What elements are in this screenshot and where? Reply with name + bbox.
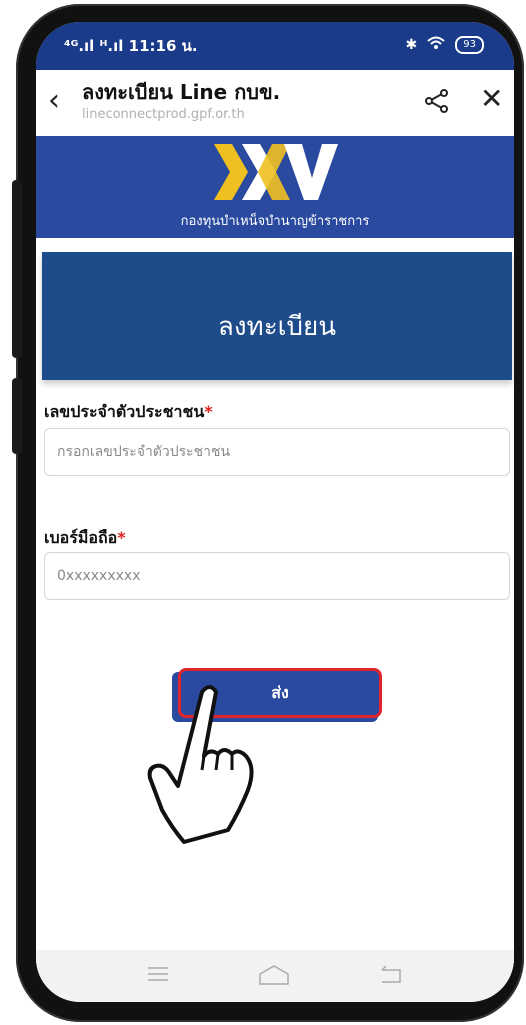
back-icon[interactable]: ‹	[48, 86, 60, 116]
phone-volume-button	[12, 180, 22, 358]
org-name: กองทุนบำเหน็จบำนาญข้าราชการ	[180, 214, 370, 229]
form-heading: ลงทะเบียน	[217, 312, 337, 342]
id-label-row: เลขประจำตัวประชาชน*	[44, 400, 213, 425]
gpf-banner: กองทุนบำเหน็จบำนาญข้าราชการ	[36, 136, 514, 238]
system-nav-bar	[36, 950, 514, 1002]
id-number-field[interactable]	[44, 428, 510, 476]
status-bar: ⁴ᴳ.ıl ᴴ.ıl 11:16 น. ✱ 93	[36, 22, 514, 70]
phone-label-row: เบอร์มือถือ*	[44, 526, 126, 551]
phone-power-button	[12, 378, 22, 454]
home-icon[interactable]	[258, 962, 290, 988]
menu-icon[interactable]	[146, 962, 170, 986]
page-url: lineconnectprod.gpf.or.th	[82, 107, 245, 122]
page-title: ลงทะเบียน Line กบข.	[82, 80, 281, 104]
status-left-text: ⁴ᴳ.ıl ᴴ.ıl 11:16 น.	[64, 37, 198, 55]
browser-top-bar: ‹ ลงทะเบียน Line กบข. lineconnectprod.gp…	[36, 70, 514, 136]
phone-label: เบอร์มือถือ	[44, 528, 118, 547]
required-mark: *	[204, 402, 213, 421]
status-right: ✱ 93	[406, 36, 484, 54]
phone-number-field[interactable]	[44, 552, 510, 600]
share-icon[interactable]	[424, 88, 450, 118]
id-label: เลขประจำตัวประชาชน	[44, 402, 205, 421]
close-icon[interactable]: ✕	[480, 84, 503, 114]
phone-screen: ⁴ᴳ.ıl ᴴ.ıl 11:16 น. ✱ 93 ‹ ลงทะเบียน Lin…	[36, 22, 514, 1002]
wifi-icon	[427, 36, 445, 54]
return-icon[interactable]	[378, 962, 404, 988]
bluetooth-icon: ✱	[405, 37, 418, 53]
battery-indicator: 93	[455, 36, 484, 54]
form-heading-card: ลงทะเบียน	[42, 252, 512, 380]
registration-form: ลงทะเบียน เลขประจำตัวประชาชน* เบอร์มือถื…	[36, 238, 514, 950]
required-mark: *	[117, 528, 126, 547]
gpf-logo	[214, 144, 338, 200]
hand-pointer-icon	[147, 685, 254, 844]
